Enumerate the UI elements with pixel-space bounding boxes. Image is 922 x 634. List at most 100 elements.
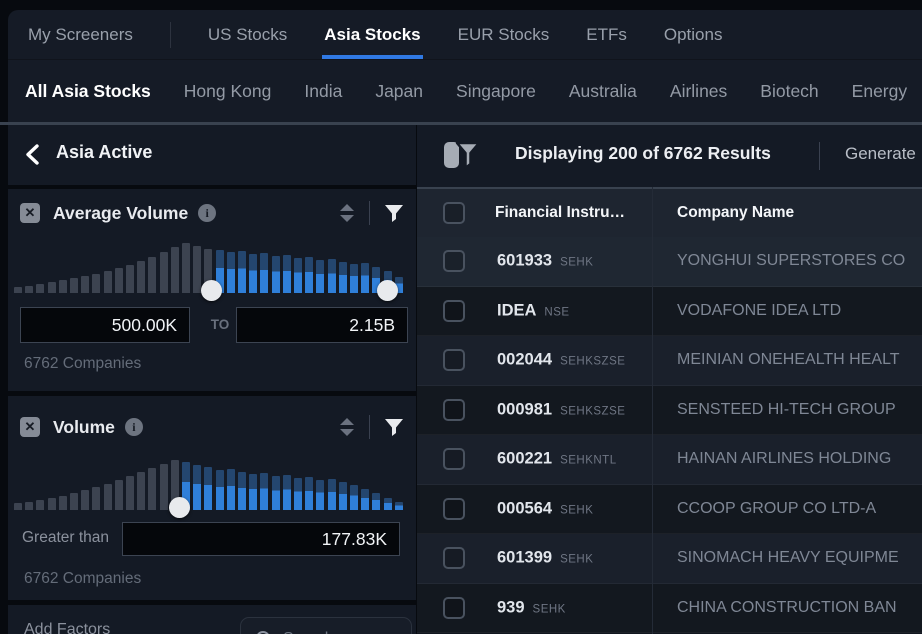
screen-title: Asia Active (56, 142, 152, 163)
companies-count: 6762 Companies (24, 355, 141, 373)
threshold-value-input[interactable] (122, 522, 400, 556)
add-factors-label[interactable]: Add Factors (24, 621, 110, 634)
company-name-cell: CHINA CONSTRUCTION BAN (677, 599, 897, 617)
remove-filter-button[interactable]: ✕ (20, 203, 40, 223)
row-checkbox[interactable] (443, 498, 465, 520)
company-name-cell: MEINIAN ONEHEALTH HEALT (677, 351, 900, 369)
subnav-all-asia-stocks[interactable]: All Asia Stocks (25, 81, 151, 102)
collapse-sort-icon[interactable] (339, 417, 355, 437)
histogram-bar (104, 271, 112, 293)
factor-search-box[interactable]: Search... (240, 617, 412, 634)
company-name-cell: SENSTEED HI-TECH GROUP (677, 401, 896, 419)
tab-options[interactable]: Options (664, 10, 723, 59)
subnav-biotech[interactable]: Biotech (760, 81, 818, 102)
table-row[interactable]: 601399SEHKSINOMACH HEAVY EQUIPME (417, 534, 922, 584)
histogram-bar (182, 243, 190, 293)
to-label: TO (203, 317, 237, 332)
remove-filter-button[interactable]: ✕ (20, 417, 40, 437)
info-icon[interactable]: i (198, 204, 216, 222)
back-chevron-icon[interactable] (24, 144, 40, 165)
column-financial-instrument[interactable]: Financial Instru… (495, 204, 625, 222)
subnav-airlines[interactable]: Airlines (670, 81, 727, 102)
table-row[interactable]: 000564 SEHK CCOOP GROUP CO LTD-A (417, 485, 922, 535)
table-row[interactable]: 002044SEHKSZSEMEINIAN ONEHEALTH HEALT (417, 336, 922, 386)
histogram-bar (372, 493, 380, 510)
tab-my-screeners[interactable]: My Screeners (28, 10, 133, 59)
subnav-australia[interactable]: Australia (569, 81, 637, 102)
histogram-bar (339, 262, 347, 293)
subnav-singapore[interactable]: Singapore (456, 81, 536, 102)
slider-handle[interactable] (377, 280, 398, 301)
range-inputs: TO (20, 307, 408, 343)
financial-instrument-cell: 600221SEHKNTL (497, 450, 617, 469)
histogram-bar (14, 503, 22, 510)
financial-instrument-cell: 000564 SEHK (497, 499, 593, 518)
row-checkbox[interactable] (443, 547, 465, 569)
column-divider (652, 187, 653, 634)
screener-app: My Screeners US Stocks Asia Stocks EUR Stoc… (0, 0, 922, 634)
row-checkbox[interactable] (443, 399, 465, 421)
histogram-bar (25, 502, 33, 510)
filter-funnel-icon[interactable] (384, 204, 404, 223)
row-checkbox[interactable] (443, 349, 465, 371)
column-company-name[interactable]: Company Name (677, 204, 794, 222)
histogram-bar (260, 253, 268, 293)
ticker: 000564 (497, 499, 552, 517)
row-checkbox[interactable] (443, 448, 465, 470)
divider (819, 142, 820, 170)
exchange: SEHK (560, 504, 593, 516)
subnav-japan[interactable]: Japan (375, 81, 423, 102)
histogram-range-slider[interactable] (14, 452, 406, 510)
financial-instrument-cell: 000981SEHKSZSE (497, 400, 625, 419)
divider (369, 201, 370, 225)
slider-handle[interactable] (169, 497, 190, 518)
histogram-bar (126, 265, 134, 293)
histogram-bar (160, 252, 168, 293)
histogram-range-slider[interactable] (14, 235, 406, 293)
table-row[interactable]: 939SEHKCHINA CONSTRUCTION BAN (417, 584, 922, 634)
subnav-india[interactable]: India (304, 81, 342, 102)
histogram-bar (171, 247, 179, 293)
ticker: 939 (497, 598, 525, 616)
filter-results-icon[interactable] (443, 140, 481, 170)
table-row[interactable]: 000981SEHKSZSE SENSTEED HI-TECH GROUP (417, 386, 922, 436)
slider-handle[interactable] (201, 280, 222, 301)
tab-asia-stocks[interactable]: Asia Stocks (324, 10, 420, 59)
table-row[interactable]: 600221SEHKNTLHAINAN AIRLINES HOLDING (417, 435, 922, 485)
generate-button[interactable]: Generate (845, 144, 916, 164)
company-name-cell: VODAFONE IDEA LTD (677, 302, 841, 320)
exchange: SEHKSZSE (560, 356, 625, 368)
subnav-hong-kong[interactable]: Hong Kong (184, 81, 272, 102)
histogram-bar (384, 498, 392, 510)
row-checkbox[interactable] (443, 597, 465, 619)
min-value-input[interactable] (20, 307, 190, 343)
max-value-input[interactable] (236, 307, 408, 343)
histogram-bar (92, 487, 100, 510)
tab-eur-stocks[interactable]: EUR Stocks (458, 10, 550, 59)
histogram-bar (305, 477, 313, 510)
tab-etfs[interactable]: ETFs (586, 10, 627, 59)
filter-volume: ✕ Volume i Greater than (8, 396, 416, 600)
histogram-bar (160, 464, 168, 510)
row-checkbox[interactable] (443, 250, 465, 272)
histogram-bar (294, 478, 302, 510)
company-name-cell: CCOOP GROUP CO LTD-A (677, 500, 876, 518)
histogram-bar (227, 469, 235, 510)
histogram-bar (272, 476, 280, 510)
histogram-bar (148, 468, 156, 510)
tab-us-stocks[interactable]: US Stocks (208, 10, 287, 59)
table-row[interactable]: 601933SEHKYONGHUI SUPERSTORES CO (417, 237, 922, 287)
filter-funnel-icon[interactable] (384, 418, 404, 437)
histogram-bar (104, 484, 112, 510)
filter-header: ✕ Average Volume i (20, 200, 404, 226)
histogram-bar (193, 465, 201, 510)
select-all-checkbox[interactable] (443, 202, 465, 224)
row-checkbox[interactable] (443, 300, 465, 322)
exchange: SEHKNTL (560, 455, 617, 467)
collapse-sort-icon[interactable] (339, 203, 355, 223)
histogram-bar (283, 475, 291, 510)
histogram-bar (36, 500, 44, 510)
table-row[interactable]: IDEANSEVODAFONE IDEA LTD (417, 287, 922, 337)
info-icon[interactable]: i (125, 418, 143, 436)
subnav-energy[interactable]: Energy (852, 81, 907, 102)
